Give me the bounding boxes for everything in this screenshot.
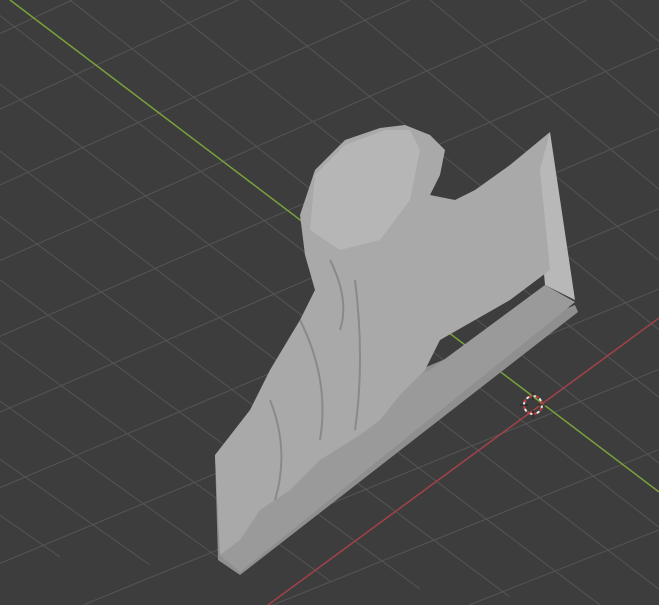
sculpture-model[interactable] [215, 125, 578, 575]
3d-cursor-icon[interactable] [520, 392, 546, 418]
viewport-canvas[interactable] [0, 0, 659, 605]
grid-line [609, 0, 659, 42]
grid-line [0, 0, 73, 34]
grid-line [519, 0, 659, 117]
3d-viewport[interactable] [0, 0, 659, 605]
grid-line [0, 400, 241, 574]
grid-line [0, 458, 151, 566]
